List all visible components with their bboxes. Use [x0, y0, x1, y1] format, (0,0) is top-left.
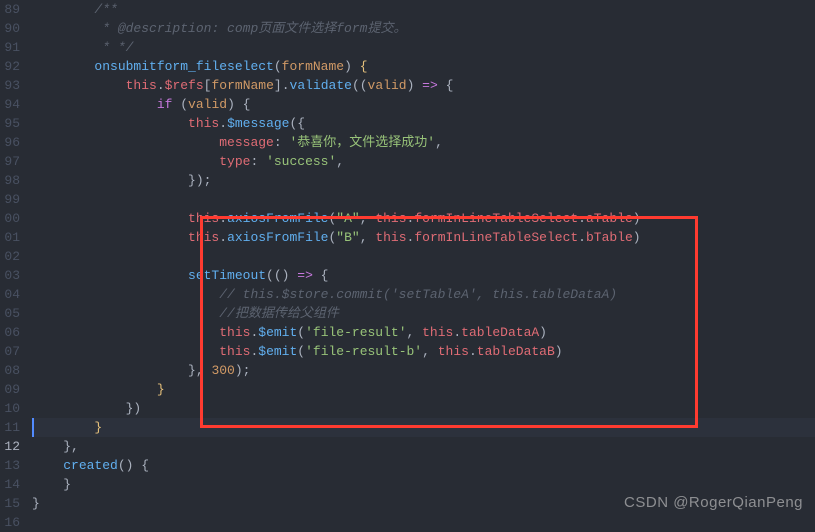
- arg-a: "A": [336, 211, 359, 226]
- type-val: 'success': [266, 154, 336, 169]
- line-number: 16: [4, 513, 20, 532]
- ref-key: formName: [211, 78, 273, 93]
- tabledata-a: tableDataA: [461, 325, 539, 340]
- line-number: 08: [4, 361, 20, 380]
- axios-call-a: axiosFromFile: [227, 211, 328, 226]
- line-number: 15: [4, 494, 20, 513]
- settimeout-call: setTimeout: [188, 268, 266, 283]
- evt-1: 'file-result': [305, 325, 406, 340]
- arg-b: "B": [336, 230, 359, 245]
- comment-1: // this.$store.commit('setTableA', this.…: [219, 287, 617, 302]
- message-call: $message: [227, 116, 289, 131]
- fn-param: formName: [282, 59, 344, 74]
- line-number: 00: [4, 209, 20, 228]
- line-number: 96: [4, 133, 20, 152]
- doc-close: * */: [94, 40, 133, 55]
- line-number: 04: [4, 285, 20, 304]
- line-number: 92: [4, 57, 20, 76]
- valid-cond: valid: [188, 97, 227, 112]
- delay: 300: [211, 363, 234, 378]
- line-number: 89: [4, 0, 20, 19]
- line-number: 06: [4, 323, 20, 342]
- validate-call: validate: [290, 78, 352, 93]
- atable: aTable: [586, 211, 633, 226]
- line-number: 99: [4, 190, 20, 209]
- doc-text: : comp页面文件选择form提交。: [211, 21, 406, 36]
- line-number: 01: [4, 228, 20, 247]
- watermark: CSDN @RogerQianPeng: [624, 493, 803, 512]
- line-number: 12: [4, 437, 20, 456]
- doc-tag: * @description: [94, 21, 211, 36]
- line-number: 97: [4, 152, 20, 171]
- line-number: 05: [4, 304, 20, 323]
- line-number: 09: [4, 380, 20, 399]
- code-editor[interactable]: 8990919293949596979899000102030405060708…: [0, 0, 815, 520]
- fn-name: onsubmitform_fileselect: [94, 59, 273, 74]
- line-number: 94: [4, 95, 20, 114]
- message-key: message: [219, 135, 274, 150]
- line-number: 95: [4, 114, 20, 133]
- line-number: 13: [4, 456, 20, 475]
- doc-open: /**: [94, 2, 117, 17]
- select-prop-a: formInLineTableSelect: [414, 211, 578, 226]
- type-key: type: [219, 154, 250, 169]
- evt-2: 'file-result-b': [305, 344, 422, 359]
- tabledata-b: tableDataB: [477, 344, 555, 359]
- created-hook: created: [63, 458, 118, 473]
- line-number: 93: [4, 76, 20, 95]
- line-number: 98: [4, 171, 20, 190]
- emit-1: $emit: [258, 325, 297, 340]
- refs-prop: $refs: [165, 78, 204, 93]
- axios-call-b: axiosFromFile: [227, 230, 328, 245]
- line-number: 02: [4, 247, 20, 266]
- comment-2: //把数据传给父组件: [219, 306, 339, 321]
- valid-param: valid: [368, 78, 407, 93]
- select-prop-b: formInLineTableSelect: [414, 230, 578, 245]
- active-line[interactable]: }: [32, 418, 815, 437]
- message-val: '恭喜你，文件选择成功': [289, 135, 435, 150]
- line-number-gutter: 8990919293949596979899000102030405060708…: [0, 0, 28, 520]
- line-number: 03: [4, 266, 20, 285]
- line-number: 90: [4, 19, 20, 38]
- line-number: 10: [4, 399, 20, 418]
- line-number: 91: [4, 38, 20, 57]
- emit-2: $emit: [258, 344, 297, 359]
- code-area[interactable]: /** * @description: comp页面文件选择form提交。 * …: [28, 0, 815, 520]
- line-number: 11: [4, 418, 20, 437]
- btable: bTable: [586, 230, 633, 245]
- line-number: 07: [4, 342, 20, 361]
- line-number: 14: [4, 475, 20, 494]
